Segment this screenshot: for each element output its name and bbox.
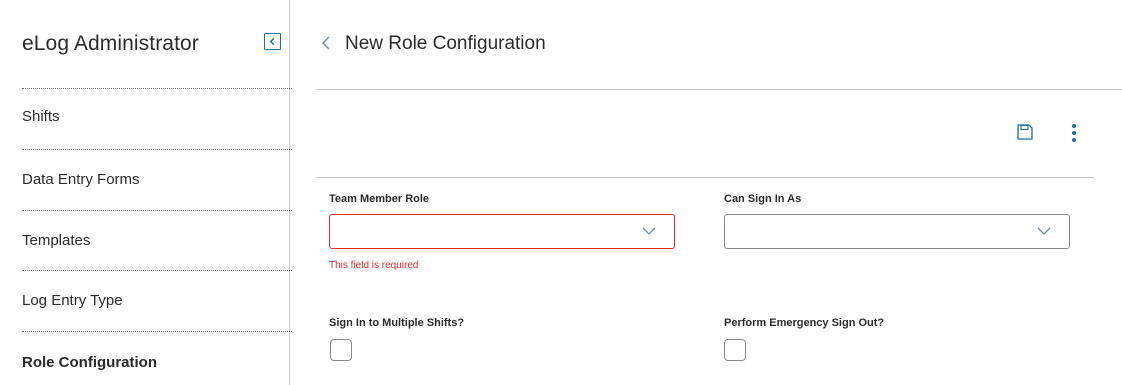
more-vertical-icon (1072, 131, 1076, 135)
sidebar-item-role-configuration[interactable]: Role Configuration (22, 354, 292, 371)
sidebar: eLog Administrator Shifts Data Entry For… (0, 0, 292, 385)
emergency-sign-out-checkbox[interactable] (724, 339, 746, 361)
page-title: New Role Configuration (345, 33, 546, 54)
sidebar-title: eLog Administrator (22, 32, 199, 55)
sidebar-divider (22, 210, 292, 211)
chevron-left-icon (322, 36, 330, 50)
collapse-left-icon (269, 37, 275, 46)
sign-in-multiple-shifts-label: Sign In to Multiple Shifts? (329, 317, 465, 329)
sidebar-divider (22, 270, 292, 271)
sidebar-divider (22, 88, 292, 89)
more-vertical-icon (1072, 138, 1076, 142)
can-sign-in-as-select[interactable] (724, 214, 1070, 249)
sidebar-header: eLog Administrator (22, 30, 284, 60)
chevron-down-icon (1037, 227, 1051, 235)
sidebar-item-shifts[interactable]: Shifts (22, 108, 292, 125)
team-member-role-error: This field is required (329, 260, 419, 271)
can-sign-in-as-label: Can Sign In As (724, 193, 802, 205)
sidebar-item-data-entry-forms[interactable]: Data Entry Forms (22, 171, 292, 188)
sidebar-item-log-entry-type[interactable]: Log Entry Type (22, 292, 292, 309)
sidebar-divider (22, 149, 292, 150)
sidebar-divider (22, 331, 292, 332)
team-member-role-select[interactable] (329, 214, 675, 249)
collapse-sidebar-button[interactable] (264, 33, 281, 50)
save-button[interactable] (1016, 123, 1034, 141)
emergency-sign-out-label: Perform Emergency Sign Out? (724, 317, 885, 329)
sidebar-item-templates[interactable]: Templates (22, 232, 292, 249)
more-vertical-icon (1072, 124, 1076, 128)
toolbar-divider (316, 177, 1094, 178)
more-options-button[interactable] (1069, 122, 1079, 144)
header-divider (316, 89, 1122, 90)
back-button[interactable] (318, 32, 334, 54)
chevron-down-icon (642, 227, 656, 235)
team-member-role-label: Team Member Role (329, 193, 430, 205)
sign-in-multiple-shifts-checkbox[interactable] (330, 339, 352, 361)
save-icon (1017, 124, 1033, 140)
